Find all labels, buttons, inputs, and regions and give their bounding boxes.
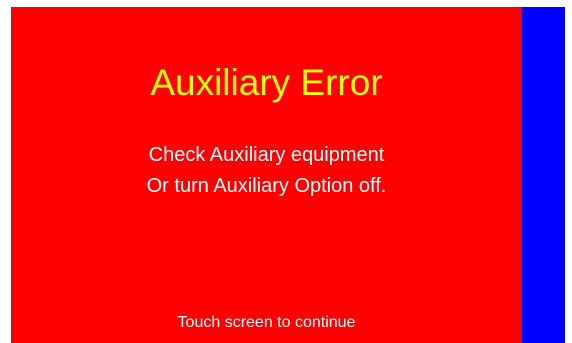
error-message-line-2: Or turn Auxiliary Option off. [146,175,387,197]
error-message-line-1: Check Auxiliary equipment [148,144,385,166]
error-dialog: Auxiliary Error Check Auxiliary equipmen… [11,7,565,343]
continue-prompt: Touch screen to continue [177,314,356,331]
touch-to-continue-area[interactable]: Auxiliary Error Check Auxiliary equipmen… [11,7,522,343]
side-panel [522,7,565,343]
error-title: Auxiliary Error [150,62,383,103]
